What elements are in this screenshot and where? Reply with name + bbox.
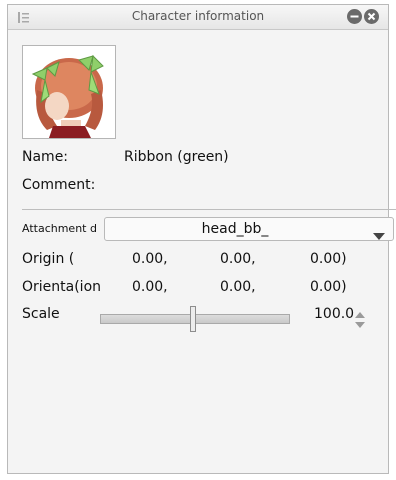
panel-titlebar[interactable]: Character information [8, 5, 388, 30]
scale-slider-thumb[interactable] [190, 306, 197, 332]
section-divider [22, 209, 396, 210]
orientation-y[interactable]: 0.00, [220, 279, 256, 295]
name-label: Name: [22, 149, 69, 165]
minimize-icon[interactable] [347, 9, 362, 24]
comment-label: Comment: [22, 177, 96, 193]
orientation-z[interactable]: 0.00) [310, 279, 347, 295]
name-value: Ribbon (green) [124, 149, 229, 165]
close-icon[interactable] [364, 9, 379, 24]
scale-label: Scale [22, 306, 60, 322]
attachment-label: Attachment d [22, 222, 97, 235]
character-information-panel: Character information Name: Ribbon (gree… [7, 4, 396, 474]
orientation-x[interactable]: 0.00, [132, 279, 168, 295]
orientation-label: Orienta(ion [22, 279, 102, 295]
attachment-dropdown[interactable]: head_bb_ [104, 217, 394, 241]
panel-title: Character information [131, 9, 265, 23]
chevron-down-icon[interactable] [373, 226, 385, 245]
spinner-arrows-icon[interactable] [354, 310, 366, 330]
attachment-selected: head_bb_ [201, 221, 269, 237]
origin-y[interactable]: 0.00, [220, 251, 256, 267]
origin-z[interactable]: 0.00) [310, 251, 347, 267]
origin-x[interactable]: 0.00, [132, 251, 168, 267]
character-thumbnail [22, 45, 116, 139]
scale-value[interactable]: 100.0 [314, 306, 354, 322]
origin-label: Origin ( [22, 251, 75, 267]
